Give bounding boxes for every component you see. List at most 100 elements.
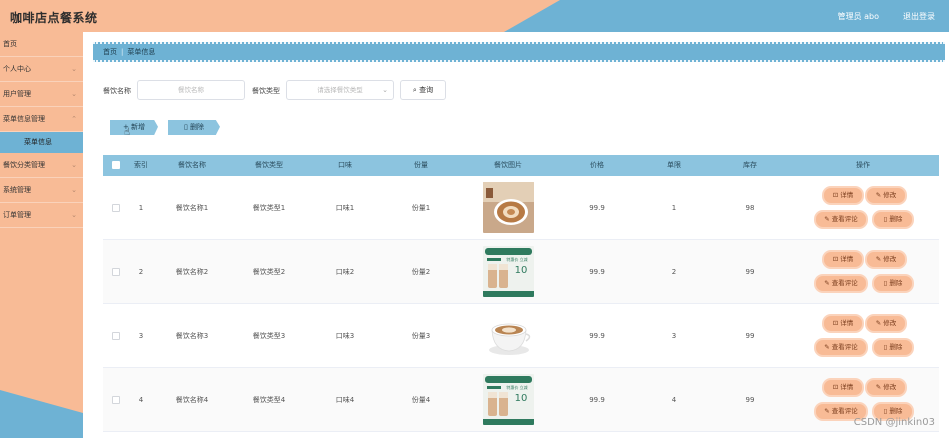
- sidebar-item-label: 餐饮分类管理: [3, 161, 45, 169]
- chevron-down-icon: ⌄: [71, 65, 77, 73]
- logout-link[interactable]: 退出登录: [903, 11, 935, 22]
- cell-name: 餐饮名称4: [175, 396, 209, 404]
- delete-button-label: 删除: [889, 407, 903, 415]
- view-comments-button[interactable]: ✎ 查看评论: [816, 340, 866, 355]
- detail-icon: ⊡: [832, 383, 839, 391]
- batch-delete-button[interactable]: ▯ 删除: [168, 120, 220, 135]
- mouse-cursor-icon: ☝: [124, 127, 131, 138]
- select-all-checkbox[interactable]: [112, 161, 120, 169]
- dish-image-promo-card: 特惠价 立减 10: [483, 374, 534, 425]
- row-checkbox[interactable]: [112, 268, 120, 276]
- trash-icon: ▯: [883, 343, 888, 351]
- sidebar-item-label: 首页: [3, 40, 17, 48]
- sidebar-subitem-menu-info[interactable]: 菜单信息: [0, 132, 83, 153]
- chevron-up-icon: ⌃: [71, 115, 77, 123]
- sidebar-decoration: [0, 390, 83, 438]
- column-header-stock: 库存: [743, 161, 757, 169]
- detail-button[interactable]: ⊡ 详情: [824, 316, 862, 331]
- sidebar: 首页 个人中心 ⌄ 用户管理 ⌄ 菜单信息管理 ⌃ 菜单信息 餐饮分类管理 ⌄ 系统管理…: [0, 32, 83, 438]
- edit-button[interactable]: ✎ 修改: [867, 188, 905, 203]
- edit-button-label: 修改: [883, 191, 897, 199]
- type-filter-label: 餐饮类型: [252, 87, 280, 95]
- delete-button-label: 删除: [889, 279, 903, 287]
- detail-button-label: 详情: [840, 319, 854, 327]
- edit-icon: ✎: [875, 191, 882, 199]
- query-button[interactable]: ⌕ 查询: [400, 80, 446, 100]
- sidebar-item-label: 系统管理: [3, 186, 31, 194]
- edit-icon: ✎: [824, 407, 830, 415]
- cell-index: 3: [138, 332, 144, 340]
- edit-button[interactable]: ✎ 修改: [867, 316, 905, 331]
- breadcrumb-home[interactable]: 首页: [103, 48, 117, 56]
- view-comments-label: 查看评论: [831, 407, 858, 415]
- column-header-type: 餐饮类型: [255, 161, 283, 169]
- cell-stock: 99: [745, 268, 755, 276]
- view-comments-label: 查看评论: [831, 343, 858, 351]
- sidebar-item-menu-info-management[interactable]: 菜单信息管理 ⌃: [0, 107, 83, 132]
- row-checkbox[interactable]: [112, 332, 120, 340]
- cell-index: 4: [138, 396, 144, 404]
- chevron-down-icon: ⌄: [71, 161, 77, 169]
- cell-taste: 口味4: [335, 396, 355, 404]
- sidebar-item-system-management[interactable]: 系统管理 ⌄: [0, 178, 83, 203]
- cell-price: 99.9: [589, 204, 605, 212]
- sidebar-item-personal-center[interactable]: 个人中心 ⌄: [0, 57, 83, 82]
- cell-limit: 3: [671, 332, 677, 340]
- trash-icon: ▯: [883, 407, 888, 415]
- sidebar-item-user-management[interactable]: 用户管理 ⌄: [0, 82, 83, 107]
- search-icon: ⌕: [412, 86, 417, 94]
- view-comments-button[interactable]: ✎ 查看评论: [816, 276, 866, 291]
- cell-price: 99.9: [589, 396, 605, 404]
- dish-image-promo-card: 特惠价 立减 10: [483, 246, 534, 297]
- edit-button-label: 修改: [883, 383, 897, 391]
- detail-button[interactable]: ⊡ 详情: [824, 252, 862, 267]
- row-checkbox[interactable]: [112, 204, 120, 212]
- table-row: 1 餐饮名称1 餐饮类型1 口味1 份量1 99.9 1 98 ⊡ 详情 ✎ 修…: [103, 176, 939, 240]
- dish-image-cappuccino: [483, 310, 534, 361]
- edit-button-label: 修改: [883, 255, 897, 263]
- chevron-down-icon: ⌄: [71, 90, 77, 98]
- sidebar-item-category-management[interactable]: 餐饮分类管理 ⌄: [0, 153, 83, 178]
- edit-icon: ✎: [824, 343, 830, 351]
- delete-button[interactable]: ▯ 删除: [874, 340, 912, 355]
- table-row: 3 餐饮名称3 餐饮类型3 口味3 份量3 99.9 3 99 ⊡ 详情 ✎ 修…: [103, 304, 939, 368]
- cell-type: 餐饮类型3: [252, 332, 286, 340]
- sidebar-item-order-management[interactable]: 订单管理 ⌄: [0, 203, 83, 228]
- app-root: 咖啡店点餐系统 管理员 abo 退出登录 首页 个人中心 ⌄ 用户管理 ⌄ 菜单信息…: [0, 0, 949, 438]
- edit-button[interactable]: ✎ 修改: [867, 252, 905, 267]
- edit-icon: ✎: [875, 383, 882, 391]
- cell-price: 99.9: [589, 268, 605, 276]
- sidebar-item-label: 用户管理: [3, 90, 31, 98]
- delete-button[interactable]: ▯ 删除: [874, 276, 912, 291]
- column-header-limit: 单限: [667, 161, 681, 169]
- cell-type: 餐饮类型2: [252, 268, 286, 276]
- sidebar-item-home[interactable]: 首页: [0, 32, 83, 57]
- detail-icon: ⊡: [832, 319, 839, 327]
- edit-button[interactable]: ✎ 修改: [867, 380, 905, 395]
- edit-button-label: 修改: [883, 319, 897, 327]
- column-header-index: 索引: [134, 161, 148, 169]
- view-comments-button[interactable]: ✎ 查看评论: [816, 212, 866, 227]
- cell-type: 餐饮类型1: [252, 204, 286, 212]
- column-header-name: 餐饮名称: [178, 161, 206, 169]
- column-header-taste: 口味: [338, 161, 352, 169]
- promo-card-caption: 特惠价 立减: [506, 384, 527, 390]
- view-comments-label: 查看评论: [831, 215, 858, 223]
- promo-card-price: 10: [515, 265, 528, 276]
- detail-button-label: 详情: [840, 191, 854, 199]
- name-search-input[interactable]: 餐饮名称: [137, 80, 245, 100]
- cell-name: 餐饮名称3: [175, 332, 209, 340]
- chevron-down-icon: ⌄: [71, 211, 77, 219]
- cell-index: 1: [138, 204, 144, 212]
- detail-button[interactable]: ⊡ 详情: [824, 188, 862, 203]
- detail-button[interactable]: ⊡ 详情: [824, 380, 862, 395]
- chevron-down-icon: ⌄: [71, 186, 77, 194]
- cell-portion: 份量2: [411, 268, 431, 276]
- dish-image-latte-art: [483, 182, 534, 233]
- delete-button[interactable]: ▯ 删除: [874, 212, 912, 227]
- row-checkbox[interactable]: [112, 396, 120, 404]
- add-button[interactable]: + 新增: [110, 120, 158, 135]
- type-select[interactable]: 请选择餐饮类型 ⌄: [286, 80, 394, 100]
- sidebar-item-label: 菜单信息: [24, 138, 52, 146]
- detail-button-label: 详情: [840, 255, 854, 263]
